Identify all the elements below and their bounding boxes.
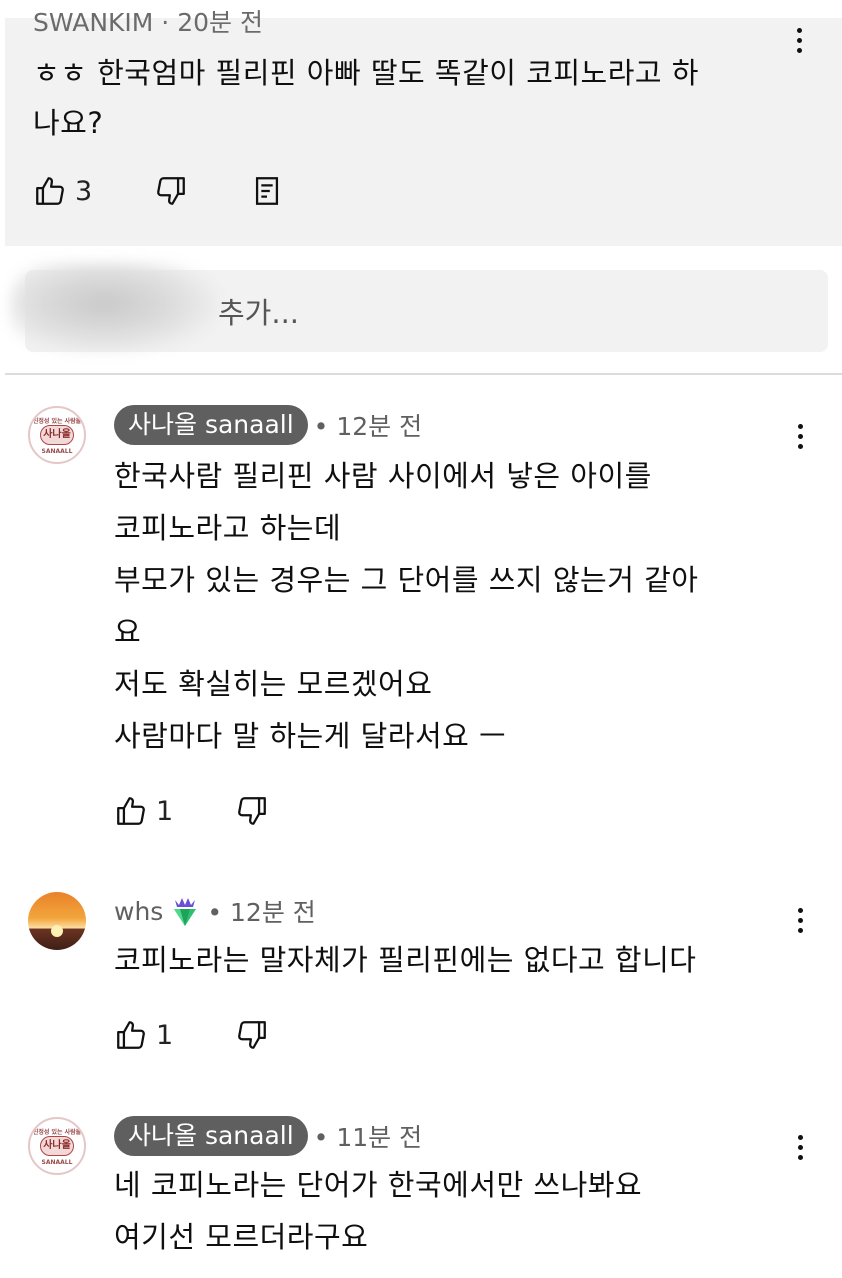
thumbs-down-icon [238,1021,267,1049]
comment-line: 요 [114,615,142,649]
like-count: 1 [156,795,174,827]
like-count: 1 [156,1019,174,1051]
comment-text: 네 코피노라는 단어가 한국에서만 쓰나봐요 여기선 모르더라구요 [114,1159,794,1263]
avatar-ring-text: 진정성 있는 사람들 [32,1129,82,1136]
comment-line: 여기선 모르더라구요 [114,1220,369,1254]
thumbs-up-icon [117,797,145,825]
dislike-button[interactable] [235,1018,269,1052]
avatar-logo-text: 사나올 [40,425,74,445]
comment-author-meta[interactable]: SWANKIM · 20분 전 [33,6,263,40]
reply-button[interactable] [250,174,284,208]
avatar-sun [51,925,63,937]
avatar-logo-text: 사나올 [40,1136,74,1156]
like-button[interactable]: 1 [114,1018,173,1052]
comment-line: 코피노라고 하는데 [114,511,342,545]
diamond-badge-icon [174,898,197,926]
like-count: 3 [75,175,93,207]
comment-actions: 1 [114,794,331,828]
reply-icon [256,177,279,205]
comment-line: 부모가 있는 경우는 그 단어를 쓰지 않는거 같아 [114,563,699,597]
thumbs-down-icon [238,797,267,825]
comment-line: 네 코피노라는 단어가 한국에서만 쓰나봐요 [114,1168,643,1202]
comment-meta: whs • 12분 전 [114,890,316,932]
avatar[interactable]: 진정성 있는 사람들 사나올 SANAALL [28,406,86,464]
comment-text: ㅎㅎ 한국엄마 필리핀 아빠 딸도 똑같이 코피노라고 하 나요? [33,48,793,148]
comment-meta: 사나올 sanaall • 12분 전 [114,404,422,446]
blurred-avatar [10,262,220,354]
avatar[interactable] [28,892,86,950]
thumbs-down-icon [157,177,186,205]
author-name-chip[interactable]: 사나올 sanaall [114,405,308,445]
avatar-ring-text: 진정성 있는 사람들 [32,418,82,425]
author-name[interactable]: whs [114,897,163,926]
highlighted-comment: SWANKIM · 20분 전 ㅎㅎ 한국엄마 필리핀 아빠 딸도 똑같이 코피… [5,8,842,246]
comment-line: 코피노라는 말자체가 필리핀에는 없다고 합니다 [114,943,697,977]
comment-line: 나요? [33,106,104,140]
comment-line: 한국사람 필리핀 사람 사이에서 낳은 아이를 [114,459,652,493]
comment-line: 저도 확실히는 모르겠어요 [114,667,433,701]
divider [5,373,842,375]
dislike-button[interactable] [235,794,269,828]
comment-time: • 12분 전 [207,898,316,927]
comment-time: • 12분 전 [313,412,423,441]
like-button[interactable]: 3 [33,174,92,208]
comment-actions: 1 [114,1018,331,1052]
comment-line: ㅎㅎ 한국엄마 필리핀 아빠 딸도 똑같이 코피노라고 하 [33,56,699,90]
avatar-ring-text: SANAALL [41,1159,73,1166]
comment-text: 한국사람 필리핀 사람 사이에서 낳은 아이를 코피노라고 하는데 부모가 있는… [114,450,794,762]
avatar-ring-text: SANAALL [41,448,73,455]
dislike-button[interactable] [154,174,188,208]
author-name-chip[interactable]: 사나올 sanaall [114,1116,308,1156]
thumbs-up-icon [117,1021,145,1049]
thumbs-up-icon [36,177,64,205]
reply-placeholder[interactable]: 추가... [218,290,299,332]
comment-text: 코피노라는 말자체가 필리핀에는 없다고 합니다 [114,934,794,986]
comment-meta: 사나올 sanaall • 11분 전 [114,1115,422,1157]
avatar[interactable]: 진정성 있는 사람들 사나올 SANAALL [28,1117,86,1175]
like-button[interactable]: 1 [114,794,173,828]
comment-actions: 3 [33,174,346,208]
comment-line: 사람마다 말 하는게 달라서요 ㅡ [114,719,507,753]
comment-time: • 11분 전 [313,1123,423,1152]
